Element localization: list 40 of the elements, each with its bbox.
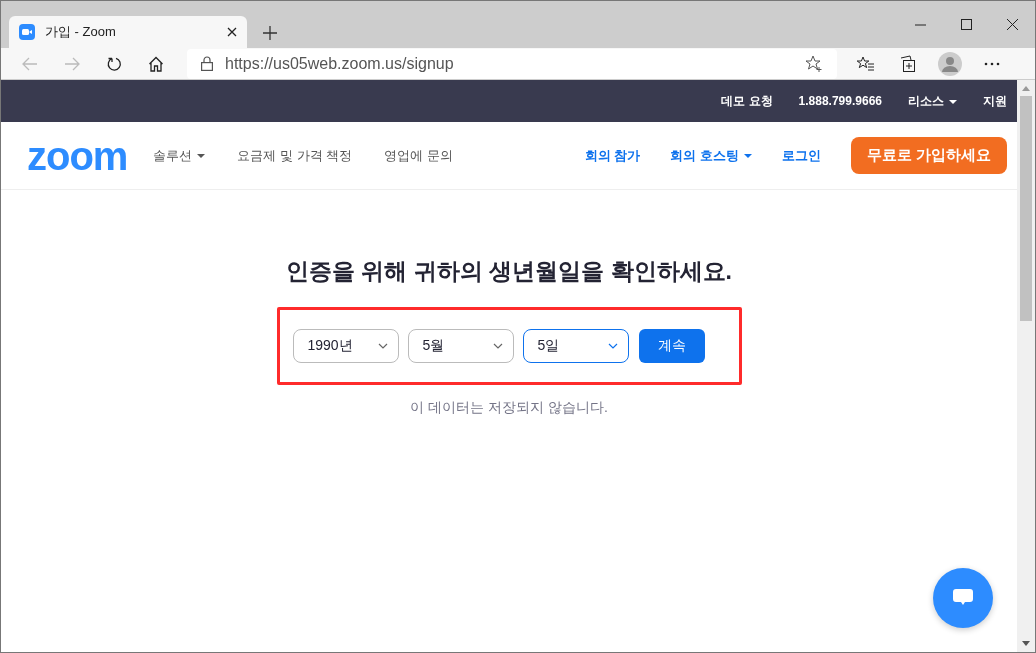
continue-button[interactable]: 계속 xyxy=(638,328,705,363)
close-icon[interactable] xyxy=(227,27,237,37)
browser-tab[interactable]: 가입 - Zoom xyxy=(9,16,247,48)
scrollbar-thumb[interactable] xyxy=(1020,96,1032,321)
top-link[interactable]: 지원 xyxy=(983,92,1007,110)
address-bar[interactable]: https://us05web.zoom.us/signup xyxy=(187,48,837,79)
tab-title: 가입 - Zoom xyxy=(45,23,117,42)
dropdown-link[interactable]: 회의 호스팅 xyxy=(670,145,752,166)
nav-link[interactable]: 영업에 문의 xyxy=(384,145,453,166)
nav-link[interactable]: 로그인 xyxy=(781,145,821,166)
add-favorite-icon[interactable] xyxy=(805,55,823,72)
chevron-down-icon xyxy=(607,342,618,349)
favorites-icon[interactable] xyxy=(857,55,875,72)
lock-icon xyxy=(201,56,213,71)
chevron-down-icon xyxy=(492,342,503,349)
top-link[interactable]: 1.888.799.9666 xyxy=(798,92,882,110)
dropdown-link[interactable]: 솔루션 xyxy=(153,145,206,166)
video-camera-icon xyxy=(19,24,35,40)
scroll-down-icon[interactable] xyxy=(1021,640,1031,648)
chevron-down-icon xyxy=(377,342,388,349)
page-heading: 인증을 위해 귀하의 생년월일을 확인하세요. xyxy=(285,257,733,286)
home-icon[interactable] xyxy=(148,55,164,72)
more-options-icon[interactable] xyxy=(984,61,1000,66)
date-select[interactable]: 5일 xyxy=(522,328,629,363)
close-icon[interactable] xyxy=(1006,19,1018,30)
url-text: https://us05web.zoom.us/signup xyxy=(225,53,455,74)
nav-link[interactable]: 요금제 및 가격 책정 xyxy=(237,145,353,166)
refresh-icon[interactable] xyxy=(106,55,122,72)
maximize-icon[interactable] xyxy=(960,19,972,30)
nav-link[interactable]: 회의 참가 xyxy=(584,145,641,166)
plus-icon[interactable] xyxy=(263,26,277,40)
dropdown-link[interactable]: 리소스 xyxy=(908,92,957,110)
date-select[interactable]: 5월 xyxy=(407,328,514,363)
profile-avatar-icon[interactable] xyxy=(938,51,962,76)
privacy-note: 이 데이터는 저장되지 않습니다. xyxy=(409,397,609,417)
date-select[interactable]: 1990년 xyxy=(292,328,399,363)
top-link[interactable]: 데모 요청 xyxy=(721,92,773,110)
minimize-icon[interactable] xyxy=(914,23,926,26)
collections-icon[interactable] xyxy=(899,54,917,73)
chat-bubble-icon xyxy=(953,589,973,607)
